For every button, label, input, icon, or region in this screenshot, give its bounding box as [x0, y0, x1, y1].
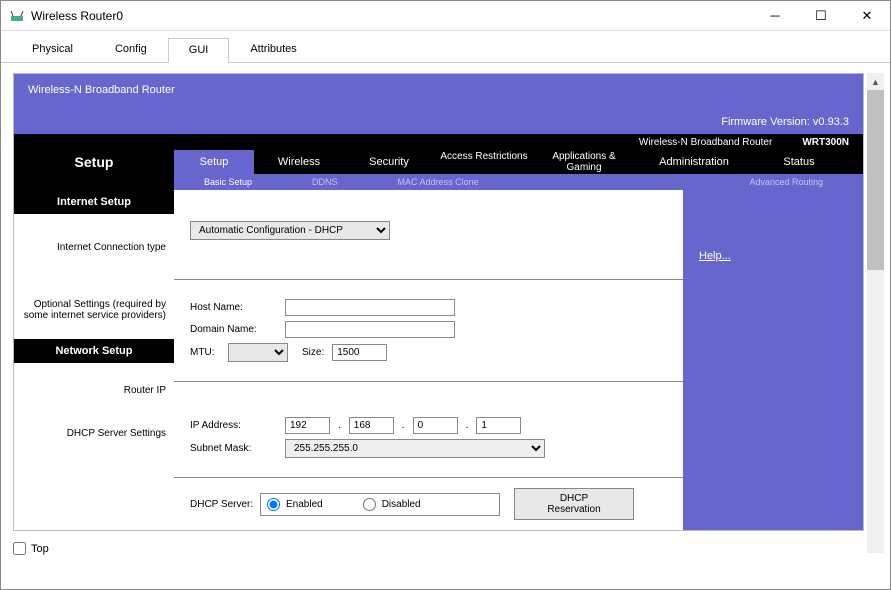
hdr-internet-setup: Internet Setup: [14, 190, 174, 214]
maximize-button[interactable]: ☐: [798, 1, 844, 30]
connection-type-select[interactable]: Automatic Configuration - DHCP: [190, 221, 390, 240]
size-input[interactable]: [332, 344, 387, 361]
subnav-advanced[interactable]: Advanced Routing: [719, 177, 863, 187]
body-row: Internet Setup Internet Connection type …: [14, 190, 863, 530]
help-link[interactable]: Help...: [699, 250, 731, 262]
minimize-button[interactable]: ─: [752, 1, 798, 30]
ip-octet-1[interactable]: [285, 417, 330, 434]
size-label: Size:: [302, 347, 324, 358]
ip-dot: .: [338, 420, 341, 431]
window-title: Wireless Router0: [31, 9, 752, 23]
tab-strip: Physical Config GUI Attributes: [1, 31, 890, 63]
domain-name-label: Domain Name:: [190, 324, 285, 335]
banner: Wireless-N Broadband Router Firmware Ver…: [14, 74, 863, 134]
nav-tab-access[interactable]: Access Restrictions: [434, 150, 534, 174]
nav-row: Setup Setup Wireless Security Access Res…: [14, 150, 863, 174]
host-name-label: Host Name:: [190, 302, 285, 313]
subnav-ddns[interactable]: DDNS: [282, 177, 368, 187]
footer-bar: Top: [13, 542, 49, 555]
top-checkbox[interactable]: [13, 542, 26, 555]
dhcp-enabled-radio[interactable]: [267, 498, 280, 511]
subnet-mask-label: Subnet Mask:: [190, 443, 285, 454]
lbl-dhcp-server: DHCP Server Settings: [14, 418, 174, 449]
scrollbar[interactable]: ▲: [867, 73, 884, 553]
model-label: WRT300N: [802, 137, 849, 148]
nav-tabs: Setup Wireless Security Access Restricti…: [174, 150, 863, 174]
tab-config[interactable]: Config: [94, 37, 168, 62]
nav-tab-setup[interactable]: Setup: [174, 150, 254, 174]
router-gui-panel: Wireless-N Broadband Router Firmware Ver…: [13, 73, 864, 531]
subnav-mac[interactable]: MAC Address Clone: [368, 177, 509, 187]
lbl-internet-conn: Internet Connection type: [14, 214, 174, 281]
nav-tab-admin[interactable]: Administration: [634, 150, 754, 174]
window-controls: ─ ☐ ✕: [752, 1, 890, 30]
subnav-spacer: [14, 174, 174, 190]
hdr-network-setup: Network Setup: [14, 339, 174, 363]
form-column: Automatic Configuration - DHCP Host Name…: [174, 190, 683, 530]
tab-attributes[interactable]: Attributes: [229, 37, 317, 62]
subnav-row: Basic Setup DDNS MAC Address Clone Advan…: [14, 174, 863, 190]
nav-tab-security[interactable]: Security: [344, 150, 434, 174]
subnet-mask-select[interactable]: 255.255.255.0: [285, 439, 545, 458]
dhcp-enabled-option[interactable]: Enabled: [267, 498, 323, 511]
nav-tab-wireless[interactable]: Wireless: [254, 150, 344, 174]
dhcp-reservation-button[interactable]: DHCP Reservation: [514, 488, 634, 520]
brand-label: Wireless-N Broadband Router: [639, 137, 772, 148]
mtu-select[interactable]: [228, 343, 288, 362]
dhcp-radio-group: Enabled Disabled: [260, 493, 500, 516]
help-column: Help...: [683, 190, 863, 530]
dhcp-server-label: DHCP Server:: [190, 499, 260, 510]
content-area: ▲ Wireless-N Broadband Router Firmware V…: [1, 63, 890, 563]
subnav-tabs: Basic Setup DDNS MAC Address Clone Advan…: [174, 174, 863, 190]
close-button[interactable]: ✕: [844, 1, 890, 30]
router-icon: [9, 8, 25, 24]
scroll-up-icon[interactable]: ▲: [867, 73, 884, 90]
nav-tab-apps[interactable]: Applications & Gaming: [534, 150, 634, 174]
left-column: Internet Setup Internet Connection type …: [14, 190, 174, 530]
tab-physical[interactable]: Physical: [11, 37, 94, 62]
ip-octet-2[interactable]: [349, 417, 394, 434]
ip-dot: .: [466, 420, 469, 431]
subnav-basic[interactable]: Basic Setup: [174, 177, 282, 187]
ip-octet-3[interactable]: [413, 417, 458, 434]
banner-title: Wireless-N Broadband Router: [28, 84, 849, 96]
ip-octet-4[interactable]: [476, 417, 521, 434]
dhcp-disabled-option[interactable]: Disabled: [363, 498, 421, 511]
top-checkbox-label: Top: [31, 543, 49, 555]
nav-tab-status[interactable]: Status: [754, 150, 844, 174]
lbl-router-ip: Router IP: [14, 363, 174, 418]
domain-name-input[interactable]: [285, 321, 455, 338]
ip-dot: .: [402, 420, 405, 431]
dhcp-disabled-radio[interactable]: [363, 498, 376, 511]
tab-gui[interactable]: GUI: [168, 38, 230, 63]
host-name-input[interactable]: [285, 299, 455, 316]
ip-address-label: IP Address:: [190, 420, 285, 431]
titlebar: Wireless Router0 ─ ☐ ✕: [1, 1, 890, 31]
model-bar: Wireless-N Broadband Router WRT300N: [14, 134, 863, 150]
firmware-version: Firmware Version: v0.93.3: [721, 116, 849, 128]
mtu-label: MTU:: [190, 347, 228, 358]
scroll-thumb[interactable]: [867, 90, 884, 270]
lbl-optional: Optional Settings (required by some inte…: [14, 281, 174, 339]
nav-section-label: Setup: [14, 150, 174, 174]
